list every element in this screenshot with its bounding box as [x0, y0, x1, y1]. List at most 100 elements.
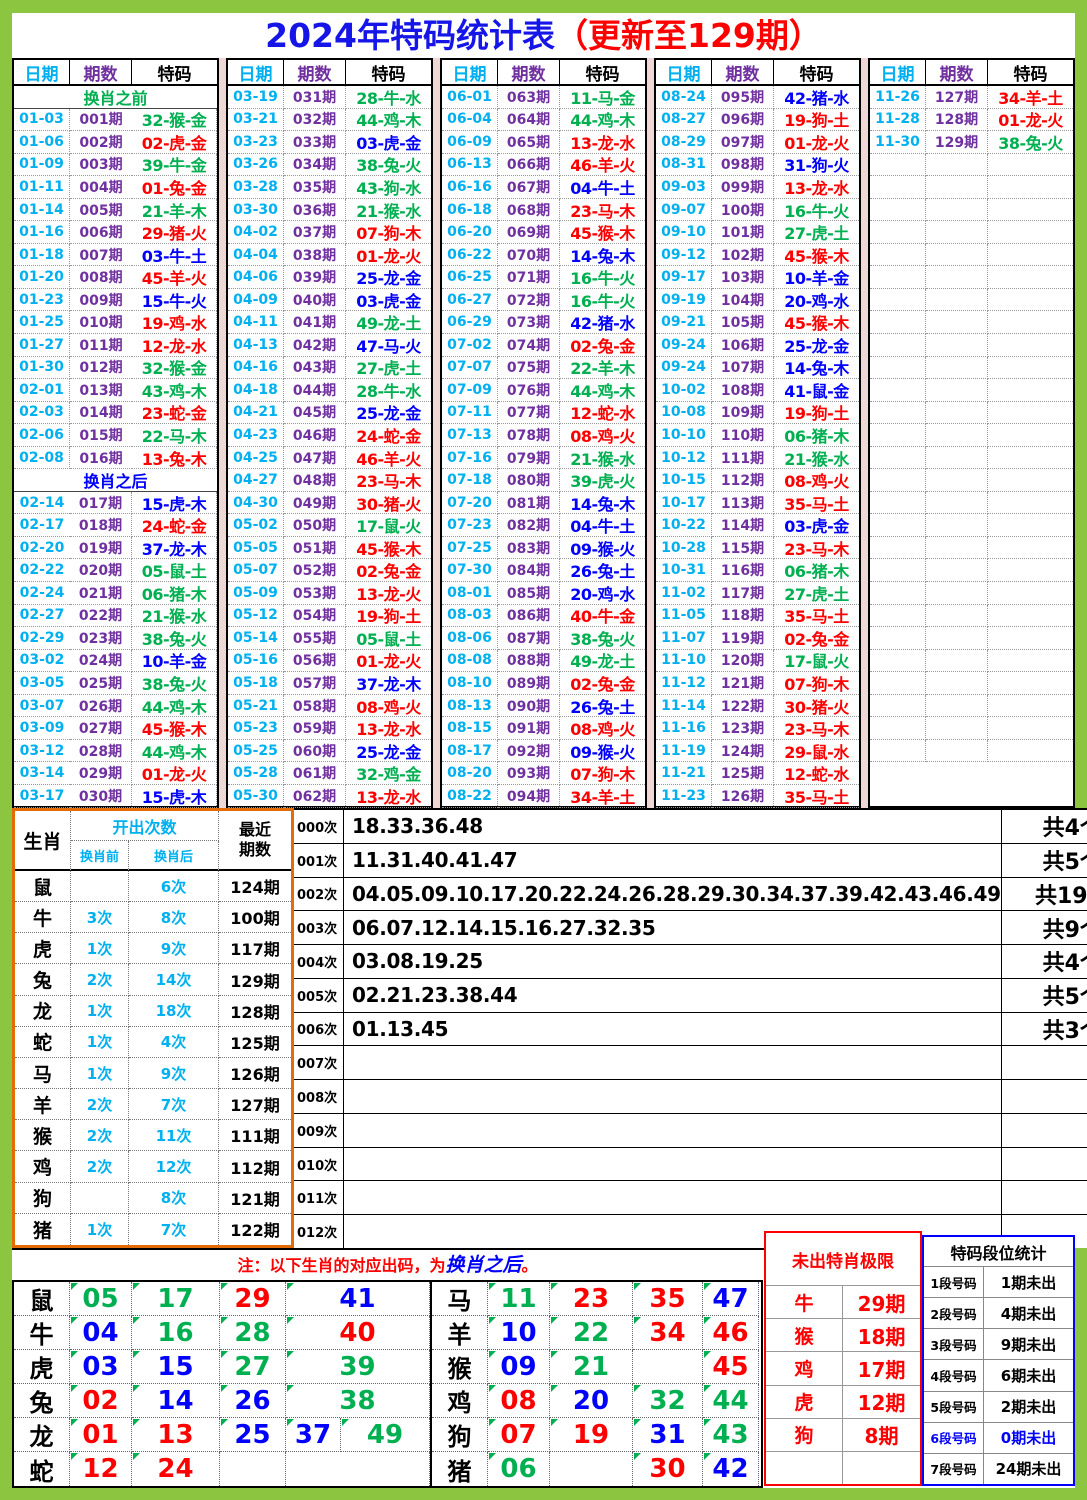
- code-cell: 07-狗-木: [560, 762, 645, 785]
- mapping-zodiac-label: 牛: [14, 1316, 70, 1350]
- code-cell: 25-龙-金: [346, 402, 431, 425]
- code-cell: 14-兔-木: [560, 244, 645, 267]
- frequency-total: 共4个: [1001, 810, 1087, 843]
- empty-code-cell: [988, 289, 1073, 312]
- period-cell: 091期: [498, 717, 560, 740]
- date-cell: 04-18: [228, 379, 284, 402]
- period-cell: 029期: [70, 762, 132, 785]
- date-cell: 04-13: [228, 334, 284, 357]
- stats-after-count-cell: 6次: [129, 871, 219, 902]
- mapping-zodiac-label: 鸡: [432, 1384, 488, 1418]
- period-cell: 122期: [712, 695, 774, 718]
- empty-date-cell: [870, 559, 926, 582]
- date-cell: 07-09: [442, 379, 498, 402]
- code-cell: 38-兔-火: [132, 627, 217, 650]
- empty-code-cell: [988, 199, 1073, 222]
- empty-date-cell: [870, 357, 926, 380]
- code-cell: 20-鸡-水: [560, 582, 645, 605]
- mapping-number-cell: 16: [132, 1316, 220, 1350]
- date-cell: 07-18: [442, 469, 498, 492]
- frequency-row: 003次06.07.12.14.15.16.27.32.35共9个: [294, 911, 1087, 945]
- mapping-number-cell: 47: [703, 1282, 759, 1316]
- period-cell: 050期: [284, 514, 346, 537]
- period-cell: 064期: [498, 109, 560, 132]
- code-cell: 45-猴-木: [774, 244, 859, 267]
- stats-header-recent: 最近期数: [219, 811, 291, 871]
- missing-zodiac-name: 鸡: [766, 1352, 843, 1384]
- stats-header-before: 换肖前: [71, 841, 129, 871]
- mapping-number-cell: 12: [70, 1452, 132, 1486]
- period-cell: 114期: [712, 514, 774, 537]
- code-cell: 02-兔-金: [560, 672, 645, 695]
- stats-recent-period-cell: 125期: [219, 1027, 291, 1058]
- code-cell: 46-羊-火: [560, 154, 645, 177]
- date-cell: 08-10: [442, 672, 498, 695]
- period-cell: 023期: [70, 627, 132, 650]
- date-cell: 09-24: [656, 357, 712, 380]
- missing-zodiac-row: 狗8期: [766, 1418, 920, 1451]
- period-cell: 062期: [284, 785, 346, 808]
- stats-zodiac-cell: 鸡: [15, 1151, 71, 1182]
- code-cell: 19-狗-土: [774, 402, 859, 425]
- code-cell: 26-兔-土: [560, 559, 645, 582]
- date-cell: 11-02: [656, 582, 712, 605]
- stats-before-count-cell: [71, 1183, 129, 1214]
- empty-date-cell: [870, 311, 926, 334]
- code-cell: 46-羊-火: [346, 447, 431, 470]
- column-header-date: 日期: [14, 60, 70, 86]
- mapping-zodiac-label: 虎: [14, 1350, 70, 1384]
- empty-code-cell: [988, 514, 1073, 537]
- mapping-number-cell: 04: [70, 1316, 132, 1350]
- period-cell: 084期: [498, 559, 560, 582]
- period-cell: 012期: [70, 357, 132, 380]
- note-highlight: 换肖之后: [445, 1254, 521, 1276]
- period-cell: 082期: [498, 514, 560, 537]
- date-cell: 03-21: [228, 109, 284, 132]
- mapping-number-cell: 02: [70, 1384, 132, 1418]
- column-header-period: 期数: [712, 60, 774, 86]
- stats-recent-period-cell: 111期: [219, 1120, 291, 1151]
- date-cell: 05-02: [228, 514, 284, 537]
- code-cell: 15-虎-木: [132, 785, 217, 808]
- mapping-number-cell: 28: [220, 1316, 286, 1350]
- frequency-total: 共3个: [1001, 1013, 1087, 1046]
- period-cell: 025期: [70, 672, 132, 695]
- period-cell: 127期: [926, 86, 988, 109]
- date-cell: 06-04: [442, 109, 498, 132]
- stats-zodiac-cell: 羊: [15, 1089, 71, 1120]
- period-cell: 026期: [70, 695, 132, 718]
- frequency-label: 011次: [294, 1181, 344, 1214]
- period-cell: 003期: [70, 154, 132, 177]
- column-header-date: 日期: [228, 60, 284, 86]
- mapping-zodiac-label: 鼠: [14, 1282, 70, 1316]
- date-cell: 07-30: [442, 559, 498, 582]
- date-cell: 09-03: [656, 176, 712, 199]
- period-cell: 018期: [70, 514, 132, 537]
- period-cell: 053期: [284, 582, 346, 605]
- stats-zodiac-cell: 蛇: [15, 1027, 71, 1058]
- period-cell: 102期: [712, 244, 774, 267]
- stats-zodiac-cell: 兔: [15, 964, 71, 995]
- frequency-row: 002次04.05.09.10.17.20.22.24.26.28.29.30.…: [294, 878, 1087, 912]
- code-cell: 26-兔-土: [560, 695, 645, 718]
- period-cell: 051期: [284, 537, 346, 560]
- code-cell: 06-猪-木: [774, 559, 859, 582]
- empty-date-cell: [870, 469, 926, 492]
- segment-stats-box: 特码段位统计 1段号码1期未出2段号码4期未出3段号码9期未出4段号码6期未出5…: [922, 1235, 1075, 1486]
- code-cell: 23-蛇-金: [132, 402, 217, 425]
- code-cell: 10-羊-金: [132, 650, 217, 673]
- date-cell: 05-09: [228, 582, 284, 605]
- period-cell: 107期: [712, 357, 774, 380]
- period-cell: 060期: [284, 740, 346, 763]
- period-cell: 106期: [712, 334, 774, 357]
- code-cell: 15-虎-木: [132, 492, 217, 515]
- empty-period-cell: [926, 154, 988, 177]
- date-cell: 01-20: [14, 266, 70, 289]
- segment-label: 7段号码: [924, 1454, 984, 1484]
- code-cell: 06-猪-木: [132, 582, 217, 605]
- date-cell: 11-07: [656, 627, 712, 650]
- period-cell: 039期: [284, 266, 346, 289]
- period-cell: 059期: [284, 717, 346, 740]
- empty-code-cell: [988, 244, 1073, 267]
- code-cell: 45-猴-木: [132, 717, 217, 740]
